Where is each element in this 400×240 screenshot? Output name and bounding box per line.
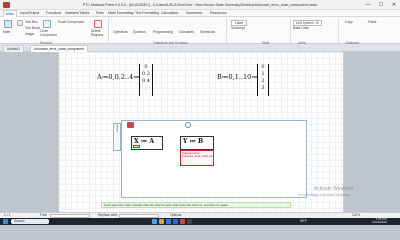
- x-error-marker: [133, 145, 140, 148]
- b-matrix: 0 1 2 3: [257, 64, 269, 96]
- clock[interactable]: 7:55 PM 11/13/2023: [372, 217, 387, 225]
- math-region-label: Math: [3, 30, 11, 34]
- a-definition[interactable]: A≔0,0.2..4≔: [97, 73, 140, 81]
- b-value-0: 0: [261, 64, 265, 70]
- maximize-button[interactable]: ☐: [375, 0, 387, 10]
- chart-message-bar: Can't open the chart. Double-click the c…: [101, 202, 291, 208]
- windows-taskbar: Search 59°F 7:55 PM 11/13/2023: [0, 217, 400, 225]
- window-title: PTC Mathcad Prime 9.0.0.0 - [ACADEMIC] -…: [82, 3, 318, 7]
- weather-text[interactable]: 59°F: [300, 219, 307, 223]
- symbols-button[interactable]: Symbols: [133, 30, 146, 34]
- ribbon-separator: [108, 18, 109, 43]
- math-region-icon[interactable]: [4, 20, 12, 28]
- chart-inputs-side: Inputs: [113, 123, 121, 151]
- tab-resources[interactable]: Resources: [210, 10, 227, 17]
- tab-math[interactable]: Math: [3, 10, 17, 17]
- paste-button[interactable]: Paste: [368, 20, 376, 24]
- edge-icon[interactable]: [166, 219, 171, 224]
- mathcad-taskbar-icon[interactable]: [180, 219, 185, 224]
- document-tabs: Untitled1 Unknown_error_chart_component: [0, 44, 400, 52]
- subscript-button[interactable]: Subscript: [231, 26, 245, 30]
- close-button[interactable]: ✕: [388, 0, 400, 10]
- ribbon-separator: [226, 18, 227, 43]
- b-value-1: 1: [261, 71, 265, 77]
- copy-button[interactable]: Copy: [345, 20, 353, 24]
- taskbar-app-icon[interactable]: [152, 219, 157, 224]
- a-matrix: 0 0.2 0.4 ⋮: [139, 64, 153, 96]
- tab-document[interactable]: Document: [186, 10, 202, 17]
- tab-unknown-error-chart[interactable]: Unknown_error_chart_component: [30, 45, 88, 52]
- ribbon-tabs: Math Input/Output Functions Matrices/Tab…: [0, 10, 400, 17]
- windows-start-icon[interactable]: [3, 219, 8, 224]
- tab-input-output[interactable]: Input/Output: [20, 10, 39, 17]
- ribbon-separator: [290, 18, 291, 43]
- operators-button[interactable]: Operators: [113, 30, 128, 34]
- a-value-0: 0: [144, 64, 148, 70]
- tab-matrices-tables[interactable]: Matrices/Tables: [65, 10, 89, 17]
- chart-component[interactable]: [121, 120, 307, 198]
- clock-date: 11/13/2023: [372, 220, 387, 225]
- symbolics-button[interactable]: Symbolics: [200, 30, 215, 34]
- outlook-icon[interactable]: [173, 219, 178, 224]
- minimize-button[interactable]: —: [362, 0, 374, 10]
- image-label[interactable]: Image: [25, 32, 34, 36]
- taskbar-app-icon[interactable]: [187, 219, 192, 224]
- text-block-label[interactable]: Text Block: [25, 26, 40, 30]
- b-value-3: 3: [261, 85, 265, 91]
- x-input-region[interactable]: X ≔ A: [131, 136, 163, 150]
- delete-regions-label[interactable]: Delete Regions: [91, 29, 106, 37]
- tab-untitled1[interactable]: Untitled1: [3, 45, 25, 52]
- chart-component-icon[interactable]: [43, 20, 51, 28]
- excel-component-label[interactable]: Excel Component: [58, 20, 84, 24]
- ribbon: Math Text Box Text Block Image Chart Com…: [0, 17, 400, 45]
- activate-windows-subtitle: Go to Settings to activate Windows.: [298, 193, 351, 197]
- y-input-label: Y ≔ B: [183, 138, 204, 145]
- base-units-button[interactable]: Base Units: [293, 26, 309, 30]
- tab-text-formatting[interactable]: Text Formatting: [135, 10, 159, 17]
- activate-windows-title: Activate Windows: [314, 186, 354, 192]
- taskbar-search[interactable]: Search: [11, 219, 49, 224]
- text-box-label[interactable]: Text Box: [25, 20, 38, 24]
- y-input-region[interactable]: Y ≔ B: [180, 136, 214, 150]
- constants-button[interactable]: Constants: [179, 30, 194, 34]
- chart-inputs-label: Inputs: [115, 124, 119, 132]
- tab-math-formatting[interactable]: Math Formatting: [108, 10, 133, 17]
- b-definition[interactable]: B≔0,1..10≔: [217, 73, 258, 81]
- a-value-3: ⋮: [143, 85, 149, 91]
- find-input[interactable]: [50, 213, 90, 218]
- chart-icon: [127, 122, 134, 128]
- replace-input[interactable]: [119, 213, 159, 218]
- title-bar: PTC Mathcad Prime 9.0.0.0 - [ACADEMIC] -…: [0, 0, 400, 10]
- text-box-icon[interactable]: [17, 20, 23, 26]
- tab-functions[interactable]: Functions: [46, 10, 61, 17]
- a-value-2: 0.4: [142, 78, 150, 84]
- error-message-box: Unknown error Unknown_error_chart_compon…: [180, 150, 214, 166]
- b-value-2: 2: [261, 78, 265, 84]
- tab-calculation[interactable]: Calculation: [161, 10, 178, 17]
- delete-regions-icon[interactable]: [94, 20, 102, 28]
- chart-link-icon: [185, 122, 191, 128]
- programming-button[interactable]: Programming: [153, 30, 173, 34]
- ribbon-separator: [338, 18, 339, 43]
- x-input-label: X ≔ A: [134, 138, 154, 145]
- tab-plots[interactable]: Plots: [96, 10, 104, 17]
- chart-component-label[interactable]: Chart Component: [40, 29, 57, 37]
- file-explorer-icon[interactable]: [159, 219, 164, 224]
- a-value-1: 0.2: [142, 71, 150, 77]
